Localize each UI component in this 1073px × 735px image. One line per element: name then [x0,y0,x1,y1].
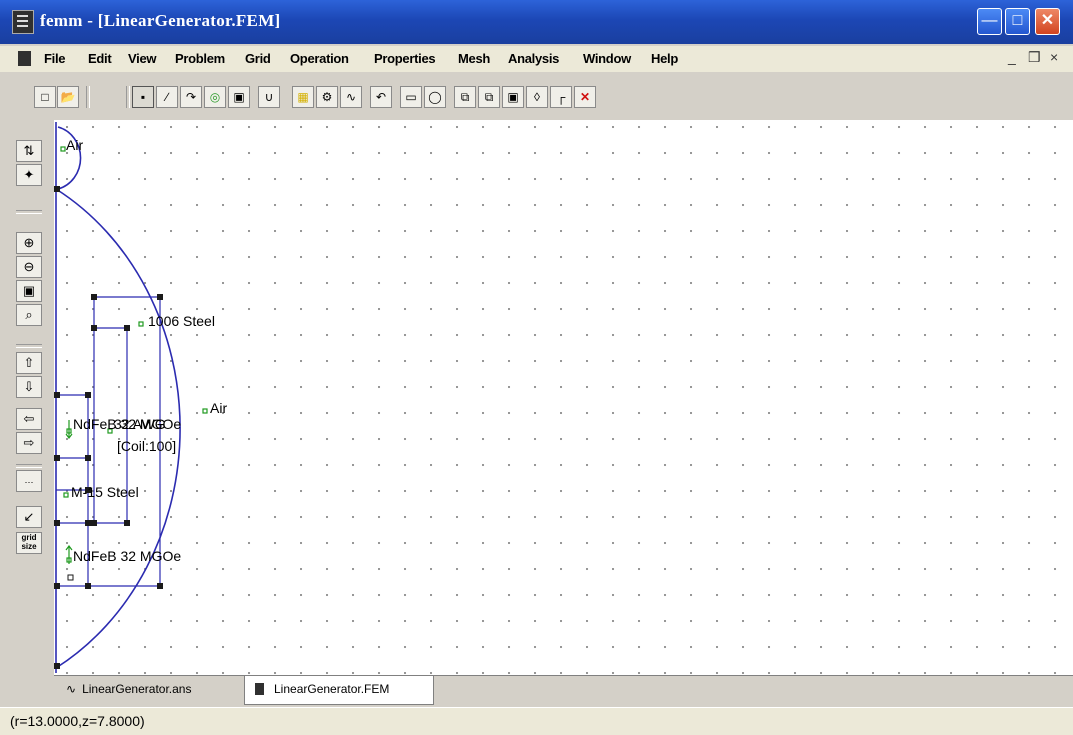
copy-icon[interactable]: ⧉ [454,86,476,108]
pan-up-icon[interactable]: ⇧ [16,352,42,374]
menu-analysis[interactable]: Analysis [508,51,559,66]
status-bar: (r=13.0000,z=7.8000) [0,707,1073,735]
node[interactable] [91,294,97,300]
menu-problem[interactable]: Problem [175,51,225,66]
show-mesh-icon[interactable]: ▦ [292,86,314,108]
material-label-32-awg[interactable]: 32 AWG [114,416,166,432]
menu-operation[interactable]: Operation [290,51,349,66]
mirror-icon[interactable]: ⧉ [478,86,500,108]
node[interactable] [157,583,163,589]
zoom-natural-side-icon[interactable]: ⌕ [16,304,42,326]
block-label-marker[interactable] [138,321,144,327]
zoom-natural-icon[interactable]: ∪ [258,86,280,108]
cursor-coordinates: (r=13.0000,z=7.8000) [10,713,145,729]
snap-toggle-icon[interactable]: ↙ [16,506,42,528]
node[interactable] [124,520,130,526]
node[interactable] [54,186,60,192]
menu-grid[interactable]: Grid [245,51,271,66]
move-icon[interactable]: ◊ [526,86,548,108]
node[interactable] [85,455,91,461]
tab-label: LinearGenerator.FEM [274,682,390,696]
geometry-layer: Air 1006 Steel Air NdFeB 32 MGOe 32 AWG … [54,122,227,673]
material-label-m15-steel[interactable]: M-15 Steel [71,484,139,500]
group-mode-icon[interactable]: ▣ [228,86,250,108]
block-label-marker[interactable] [63,492,69,498]
node[interactable] [54,583,60,589]
node[interactable] [157,294,163,300]
delete-icon[interactable]: ✕ [574,86,596,108]
show-grid-icon[interactable]: ⇅ [16,140,42,162]
node[interactable] [91,325,97,331]
open-file-icon[interactable]: 📂 [57,86,79,108]
fillet-icon[interactable]: ┌ [550,86,572,108]
title-bar: femm - [LinearGenerator.FEM] — □ ✕ [0,0,1073,44]
menu-view[interactable]: View [128,51,157,66]
node[interactable] [54,520,60,526]
results-file-icon: ∿ [66,682,77,696]
menu-file[interactable]: File [44,51,66,66]
node[interactable] [124,325,130,331]
snap-grid-icon[interactable]: ✦ [16,164,42,186]
main-toolbar: □ 📂 ▪ ∕ ↷ ◎ ▣ ∪ ▦ ⚙ ∿ ↶ ▭ ◯ ⧉ ⧉ ▣ ◊ ┌ ✕ [20,80,1060,116]
block-label-marker[interactable] [202,408,208,414]
node[interactable] [85,520,91,526]
menu-window[interactable]: Window [583,51,631,66]
create-mesh-icon[interactable]: ⚙ [316,86,338,108]
material-label-air-mid[interactable]: Air [210,400,227,416]
fem-file-icon [255,683,264,695]
arc-mode-icon[interactable]: ↷ [180,86,202,108]
mdi-restore-button[interactable]: ❒ [1028,49,1041,66]
femm-app-icon[interactable] [12,10,34,34]
node[interactable] [54,455,60,461]
circuit-label-coil[interactable]: [Coil:100] [117,438,176,454]
block-label-marker[interactable] [60,146,66,152]
minimize-button[interactable]: — [977,8,1002,35]
node[interactable] [85,392,91,398]
pan-right-icon[interactable]: ⇨ [16,432,42,454]
tab-linear-generator-ans[interactable]: ∿ LinearGenerator.ans [64,676,244,704]
window-select-icon[interactable]: ▭ [400,86,422,108]
pan-down-icon[interactable]: ⇩ [16,376,42,398]
grid-display-icon[interactable]: ⋯ [16,470,42,492]
undo-icon[interactable]: ↶ [370,86,392,108]
circle-select-icon[interactable]: ◯ [424,86,446,108]
node[interactable] [54,392,60,398]
point-mode-icon[interactable]: ▪ [132,86,154,108]
menu-bar: File Edit View Problem Grid Operation Pr… [0,46,1073,72]
segment-mode-icon[interactable]: ∕ [156,86,178,108]
scale-icon[interactable]: ▣ [502,86,524,108]
zoom-out-icon[interactable]: ⊖ [16,256,42,278]
close-button[interactable]: ✕ [1035,8,1060,35]
drawing-canvas[interactable]: Air 1006 Steel Air NdFeB 32 MGOe 32 AWG … [54,120,1073,675]
node[interactable] [67,574,74,581]
material-label-1006-steel[interactable]: 1006 Steel [148,313,215,329]
grid-size-icon[interactable]: grid size [16,532,42,554]
mdi-minimize-button[interactable]: _ [1008,49,1016,65]
node[interactable] [91,520,97,526]
menu-edit[interactable]: Edit [88,51,112,66]
window-title: femm - [LinearGenerator.FEM] [40,11,281,30]
material-label-air-top[interactable]: Air [66,137,83,153]
menu-help[interactable]: Help [651,51,678,66]
pan-left-icon[interactable]: ⇦ [16,408,42,430]
tab-label: LinearGenerator.ans [82,682,192,696]
maximize-button[interactable]: □ [1005,8,1030,35]
material-label-ndfeb-lower[interactable]: NdFeB 32 MGOe [73,548,181,564]
node[interactable] [54,663,60,669]
zoom-window-icon[interactable]: ▣ [16,280,42,302]
mdi-close-button[interactable]: × [1050,49,1058,65]
analyze-icon[interactable]: ∿ [340,86,362,108]
document-tabs: ∿ LinearGenerator.ans LinearGenerator.FEM [54,675,1073,708]
block-label-mode-icon[interactable]: ◎ [204,86,226,108]
document-icon[interactable] [18,51,31,66]
node[interactable] [85,583,91,589]
zoom-in-icon[interactable]: ⊕ [16,232,42,254]
menu-mesh[interactable]: Mesh [458,51,490,66]
menu-properties[interactable]: Properties [374,51,436,66]
tab-linear-generator-fem[interactable]: LinearGenerator.FEM [244,676,434,705]
new-file-icon[interactable]: □ [34,86,56,108]
